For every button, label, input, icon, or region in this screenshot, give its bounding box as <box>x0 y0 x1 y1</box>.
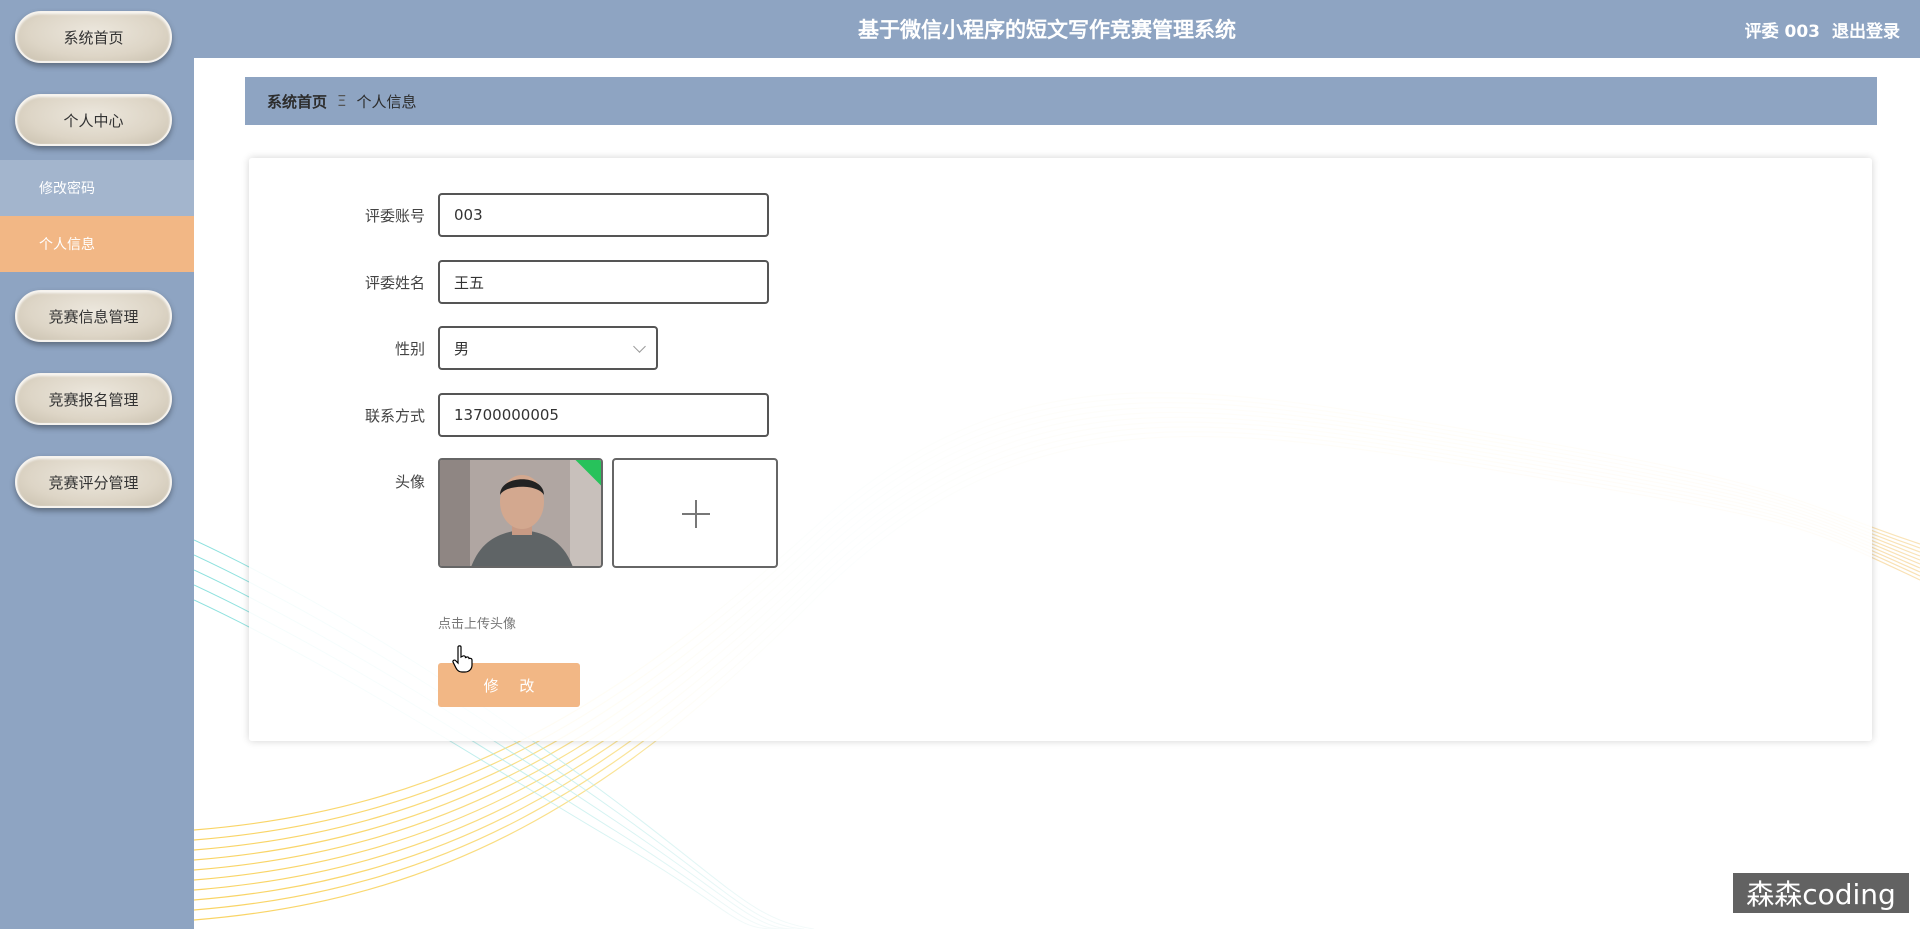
contact-label: 联系方式 <box>364 407 425 425</box>
sidebar-item-personal-center[interactable]: 个人中心 <box>15 94 172 146</box>
avatar-photo <box>440 460 601 566</box>
logout-button[interactable]: 退出登录 <box>1832 17 1900 42</box>
gender-value: 男 <box>454 339 470 358</box>
watermark: 森森coding <box>1733 873 1909 913</box>
avatar-image[interactable] <box>438 458 603 568</box>
sidebar-item-contest-registration[interactable]: 竞赛报名管理 <box>15 373 172 425</box>
breadcrumb-current: 个人信息 <box>356 92 417 111</box>
sidebar: 系统首页 个人中心 修改密码 个人信息 竞赛信息管理 竞赛报名管理 竞赛评分管理 <box>0 0 194 929</box>
name-label: 评委姓名 <box>364 274 425 292</box>
contact-field[interactable]: 13700000005 <box>438 393 769 437</box>
chevron-down-icon <box>633 340 646 353</box>
avatar-upload-button[interactable] <box>612 458 778 568</box>
breadcrumb-separator: Ξ <box>337 92 347 110</box>
account-field[interactable]: 003 <box>438 193 769 237</box>
account-label: 评委账号 <box>364 207 425 225</box>
profile-form-card: 评委账号 003 评委姓名 王五 性别 男 联系方式 13700000005 头… <box>249 158 1872 741</box>
avatar-upload-hint: 点击上传头像 <box>438 617 517 632</box>
name-field[interactable]: 王五 <box>438 260 769 304</box>
plus-icon-vertical <box>695 500 697 528</box>
gender-label: 性别 <box>394 340 425 358</box>
submenu-change-password[interactable]: 修改密码 <box>0 160 194 216</box>
sidebar-item-contest-info[interactable]: 竞赛信息管理 <box>15 290 172 342</box>
submenu-personal-info[interactable]: 个人信息 <box>0 216 194 272</box>
app-title: 基于微信小程序的短文写作竞赛管理系统 <box>858 18 1236 42</box>
gender-select[interactable]: 男 <box>438 326 658 370</box>
sidebar-item-home[interactable]: 系统首页 <box>15 11 172 63</box>
breadcrumb: 系统首页 Ξ 个人信息 <box>245 77 1877 125</box>
breadcrumb-home[interactable]: 系统首页 <box>267 91 327 112</box>
user-label: 评委 003 <box>1744 21 1820 42</box>
sidebar-item-contest-scoring[interactable]: 竞赛评分管理 <box>15 456 172 508</box>
hand-cursor-icon <box>452 645 473 673</box>
user-area: 评委 003 退出登录 <box>1745 0 1900 58</box>
avatar-label: 头像 <box>394 473 425 491</box>
top-header: 基于微信小程序的短文写作竞赛管理系统 评委 003 退出登录 <box>194 0 1920 58</box>
